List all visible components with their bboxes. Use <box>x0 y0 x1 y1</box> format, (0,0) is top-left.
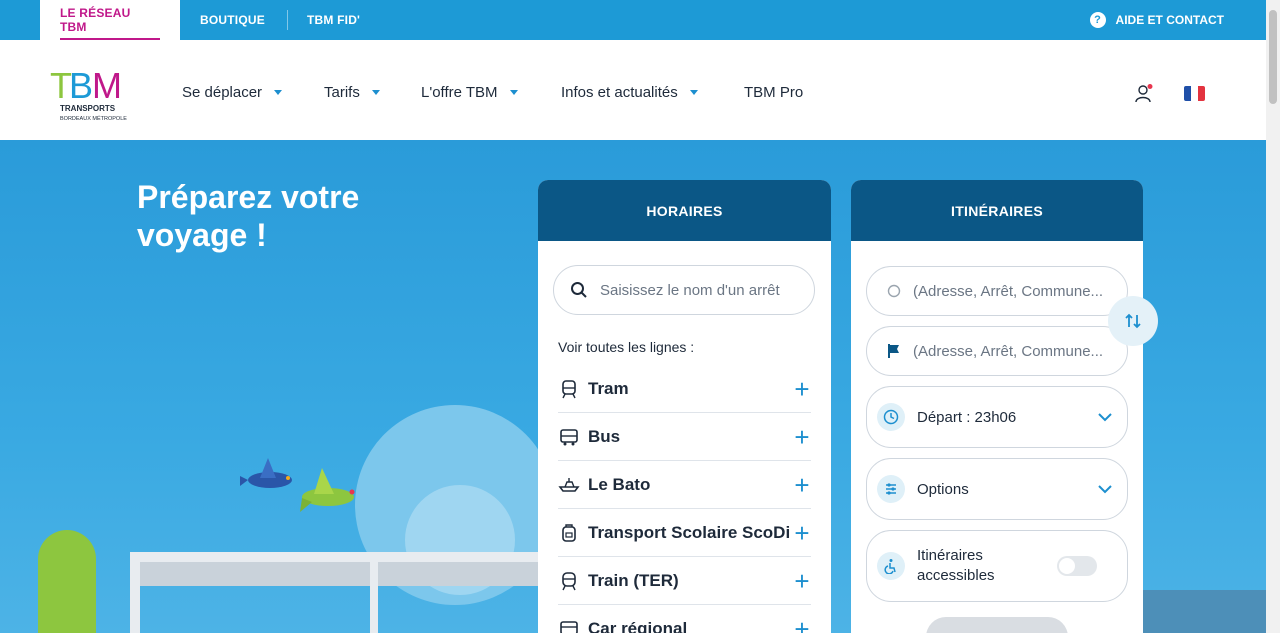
expand-plus-icon[interactable]: + <box>793 568 811 594</box>
tab-tbm-fid[interactable]: TBM FID' <box>307 0 360 40</box>
search-icon <box>571 282 587 298</box>
logo-sub2: BORDEAUX MÉTROPOLE <box>60 115 127 122</box>
bus-icon <box>558 426 580 448</box>
expand-plus-icon[interactable]: + <box>793 520 811 546</box>
train-icon <box>558 570 580 592</box>
tab-le-reseau-tbm[interactable]: LE RÉSEAU TBM <box>40 0 180 40</box>
line-name: Tram <box>588 378 629 398</box>
line-name: Le Bato <box>588 474 651 494</box>
nav-label: L'offre TBM <box>421 84 498 101</box>
nav-label: TBM Pro <box>744 84 804 101</box>
expand-plus-icon[interactable]: + <box>793 376 811 402</box>
line-row-car-regional[interactable]: Car régional + <box>558 605 811 633</box>
nav-se-deplacer[interactable]: Se déplacer <box>182 84 283 101</box>
decor-shelter-post <box>130 552 140 633</box>
swap-arrows-icon <box>1125 313 1141 329</box>
coach-icon <box>558 618 580 633</box>
decor-city-silhouette <box>1143 590 1266 633</box>
origin-field[interactable] <box>866 266 1128 316</box>
line-row-train[interactable]: Train (TER) + <box>558 557 811 605</box>
logo-sub1: TRANSPORTS <box>60 104 116 113</box>
hero-title: Préparez votre voyage ! <box>137 179 360 253</box>
options-label: Options <box>917 480 969 498</box>
options-select[interactable]: Options <box>866 458 1128 520</box>
help-contact-link[interactable]: ? AIDE ET CONTACT <box>1089 0 1224 40</box>
expand-plus-icon[interactable]: + <box>793 424 811 450</box>
sliders-icon <box>877 475 905 503</box>
search-itinerary-button[interactable] <box>926 617 1068 633</box>
caret-down-icon <box>509 90 518 95</box>
caret-down-icon <box>689 90 698 95</box>
itineraires-panel: ITINÉRAIRES Départ : 23h06 Options Itiné… <box>851 180 1143 633</box>
tab-label: BOUTIQUE <box>200 13 265 27</box>
nav-label: Infos et actualités <box>561 84 678 101</box>
stop-search-field[interactable] <box>553 265 815 315</box>
line-name: Car régional <box>588 618 688 633</box>
clock-icon <box>877 403 905 431</box>
caret-down-icon <box>274 90 283 95</box>
scrollbar-thumb[interactable] <box>1269 10 1277 104</box>
nav-tarifs[interactable]: Tarifs <box>324 84 380 101</box>
horaires-title: HORAIRES <box>538 180 831 241</box>
departure-time-select[interactable]: Départ : 23h06 <box>866 386 1128 448</box>
user-account-icon[interactable] <box>1134 84 1154 104</box>
accessible-label: Itinéraires accessibles <box>917 547 995 584</box>
help-label: AIDE ET CONTACT <box>1115 13 1224 27</box>
departure-label: Départ : 23h06 <box>917 408 1017 426</box>
line-row-bato[interactable]: Le Bato + <box>558 461 811 509</box>
line-row-scodi[interactable]: Transport Scolaire ScoDi + <box>558 509 811 557</box>
top-bar: LE RÉSEAU TBM BOUTIQUE TBM FID' ? AIDE E… <box>0 0 1266 40</box>
decor-shelter-band <box>130 562 540 586</box>
line-name: Transport Scolaire ScoDi <box>588 522 791 542</box>
flag-icon <box>888 344 899 358</box>
expand-plus-icon[interactable]: + <box>793 472 811 498</box>
tab-label: TBM FID' <box>307 13 361 27</box>
chevron-down-icon <box>1098 485 1112 494</box>
decor-tree <box>38 530 96 633</box>
swap-locations-button[interactable] <box>1108 296 1158 346</box>
line-name: Train (TER) <box>588 570 679 590</box>
logo-m: M <box>92 65 122 106</box>
toggle-knob <box>1059 558 1075 574</box>
tab-divider <box>287 10 288 30</box>
chevron-down-icon <box>1098 413 1112 422</box>
horaires-panel: HORAIRES Voir toutes les lignes : Tram +… <box>538 180 831 633</box>
accessible-toggle[interactable] <box>1057 556 1097 576</box>
origin-input[interactable] <box>913 282 1127 300</box>
tab-boutique[interactable]: BOUTIQUE <box>200 0 265 40</box>
tab-label: LE RÉSEAU TBM <box>60 6 131 34</box>
logo-b: B <box>69 65 93 106</box>
birds-illustration <box>240 458 355 512</box>
language-flag-icon[interactable] <box>1184 86 1205 101</box>
origin-circle-icon <box>887 284 901 298</box>
destination-field[interactable] <box>866 326 1128 376</box>
line-name: Bus <box>588 426 621 446</box>
nav-infos-actualites[interactable]: Infos et actualités <box>561 84 698 101</box>
nav-label: Tarifs <box>324 84 360 101</box>
question-icon: ? <box>1089 12 1106 28</box>
main-header: T B M TRANSPORTS BORDEAUX MÉTROPOLE Se d… <box>0 40 1266 140</box>
school-bag-icon <box>558 522 580 544</box>
page-scrollbar[interactable] <box>1266 0 1280 633</box>
nav-label: Se déplacer <box>182 84 263 101</box>
expand-plus-icon[interactable]: + <box>793 616 811 633</box>
tbm-logo[interactable]: T B M TRANSPORTS BORDEAUX MÉTROPOLE <box>48 64 138 124</box>
accessible-routes-toggle-row: Itinéraires accessibles <box>866 530 1128 602</box>
itineraires-title: ITINÉRAIRES <box>851 180 1143 241</box>
line-row-bus[interactable]: Bus + <box>558 413 811 461</box>
tram-icon <box>558 378 580 400</box>
caret-down-icon <box>371 90 380 95</box>
wheelchair-icon <box>877 552 905 580</box>
decor-shelter-post <box>370 552 378 633</box>
line-row-tram[interactable]: Tram + <box>558 365 811 413</box>
nav-tbm-pro[interactable]: TBM Pro <box>744 84 803 101</box>
destination-input[interactable] <box>913 342 1127 360</box>
stop-search-input[interactable] <box>600 281 810 299</box>
boat-icon <box>558 474 580 496</box>
decor-shelter-roof <box>130 552 540 562</box>
nav-offre-tbm[interactable]: L'offre TBM <box>421 84 518 101</box>
lines-label: Voir toutes les lignes : <box>558 339 695 355</box>
